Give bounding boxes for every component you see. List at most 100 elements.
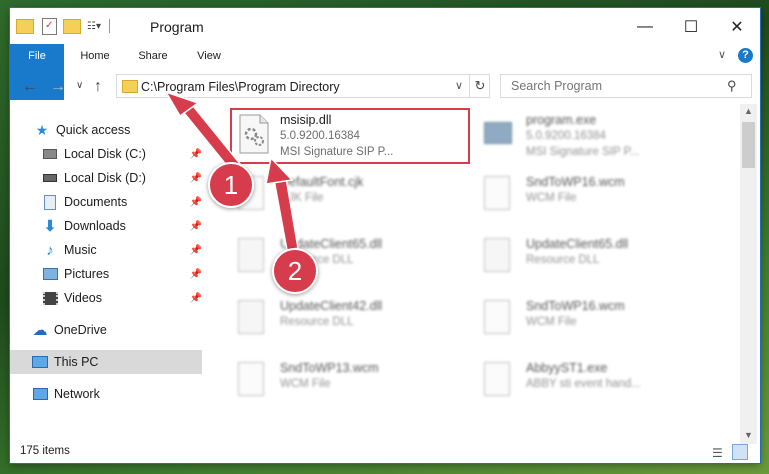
close-button[interactable]: ✕ [714,12,760,42]
scroll-down-icon[interactable]: ▼ [744,430,753,440]
sidebar-item-onedrive[interactable]: ☁ OneDrive [32,318,224,342]
file-description: MSI Signature SIP P... [280,146,394,158]
chevron-down-icon[interactable]: ∨ [455,79,463,92]
expand-ribbon-icon[interactable]: ∨ [718,48,726,61]
file-name: msisip.dll [280,113,332,127]
file-item[interactable]: program.exe 5.0.9200.16384 MSI Signature… [476,108,716,164]
sidebar-item-local-disk-d[interactable]: Local Disk (D:) 📌 [42,166,202,190]
file-item[interactable]: SndToWP16.wcm WCM File [476,170,716,226]
sidebar-item-network[interactable]: Network [32,382,224,406]
file-item-msisip-dll[interactable]: msisip.dll 5.0.9200.16384 MSI Signature … [230,108,470,164]
address-row: ← → ∨ ↑ C:\Program Files\Program Directo… [10,70,760,102]
file-name: SndToWP13.wcm [280,361,379,375]
file-version: 5.0.9200.16384 [526,130,606,142]
recent-locations-icon[interactable]: ∨ [76,80,83,91]
sidebar-item-label: Local Disk (D:) [64,171,146,185]
maximize-button[interactable]: ☐ [668,12,714,42]
pin-icon[interactable]: 📌 [190,197,202,208]
file-type: WCM File [280,378,331,390]
forward-arrow-icon[interactable]: → [50,78,66,96]
pictures-icon [42,266,58,282]
pin-icon[interactable]: 📌 [190,149,202,160]
file-description: ABBY sti event hand... [526,378,641,390]
file-version: 5.0.9200.16384 [280,130,360,142]
quick-access-toolbar: ✓ ☷▾ [16,17,110,35]
scroll-up-icon[interactable]: ▲ [744,106,753,116]
file-name: SndToWP16.wcm [526,299,625,313]
drive-icon [42,170,58,186]
sidebar-item-label: Videos [64,291,102,305]
pin-icon[interactable]: 📌 [190,293,202,304]
title-bar: ✓ ☷▾ Program — ☐ ✕ [10,8,760,44]
generic-file-icon [484,300,516,340]
sidebar-item-documents[interactable]: Documents 📌 [42,190,202,214]
large-icons-view-icon[interactable] [732,444,748,460]
file-item[interactable]: AbbyyST1.exe ABBY sti event hand... [476,356,716,412]
exe-file-icon [484,114,516,154]
sidebar-item-downloads[interactable]: ⬇ Downloads 📌 [42,214,202,238]
sidebar-item-label: Quick access [56,123,131,137]
dll-file-icon [238,114,270,154]
search-box[interactable]: ⚲ [500,74,752,98]
sidebar-item-label: Pictures [64,267,110,281]
sidebar-item-this-pc[interactable]: This PC [10,350,202,374]
back-arrow-icon[interactable]: ← [22,78,38,96]
file-type: Resource DLL [526,254,600,266]
vertical-scrollbar[interactable]: ▲ ▼ [740,104,757,444]
help-icon[interactable]: ? [738,48,753,63]
network-icon [32,386,48,402]
file-description: MSI Signature SIP P... [526,146,640,158]
file-type: WCM File [526,192,577,204]
sidebar-item-label: Network [54,387,100,401]
file-item[interactable]: UpdateClient65.dll Resource DLL [476,232,716,288]
file-explorer-window: ✓ ☷▾ Program — ☐ ✕ File Home Share View … [10,8,760,463]
file-name: DefaultFont.cjk [280,175,364,189]
pin-icon[interactable]: 📌 [190,173,202,184]
tab-share[interactable]: Share [128,44,178,68]
new-folder-icon[interactable] [63,18,81,34]
download-arrow-icon: ⬇ [43,218,57,235]
film-strip-icon [42,290,58,306]
sidebar-item-videos[interactable]: Videos 📌 [42,286,202,310]
pin-icon[interactable]: 📌 [190,269,202,280]
pin-icon[interactable]: 📌 [190,221,202,232]
navigation-pane: ★ Quick access Local Disk (C:) 📌 Local D… [10,104,212,444]
up-arrow-icon[interactable]: ↑ [94,78,102,96]
address-bar[interactable]: C:\Program Files\Program Directory ∨ ↻ [116,74,490,98]
exe-file-icon [484,362,516,402]
tab-view[interactable]: View [186,44,232,68]
sidebar-item-local-disk-c[interactable]: Local Disk (C:) 📌 [42,142,202,166]
sidebar-item-pictures[interactable]: Pictures 📌 [42,262,202,286]
drive-icon [42,146,58,162]
scroll-thumb[interactable] [742,122,755,168]
file-item[interactable]: SndToWP16.wcm WCM File [476,294,716,350]
file-name: UpdateClient42.dll [280,299,383,313]
documents-icon [42,194,58,210]
pin-icon[interactable]: 📌 [190,245,202,256]
file-type: Resource DLL [280,316,354,328]
file-item[interactable]: DefaultFont.cjk CJK File [230,170,470,226]
file-name: program.exe [526,113,597,127]
properties-icon[interactable]: ✓ [42,17,57,35]
generic-file-icon [238,362,270,402]
sidebar-item-label: OneDrive [54,323,107,337]
sidebar-item-quick-access[interactable]: ★ Quick access [34,118,226,142]
window-title: Program [150,19,204,35]
file-item[interactable]: UpdateClient42.dll Resource DLL [230,294,470,350]
search-input[interactable] [509,78,723,94]
file-item[interactable]: SndToWP13.wcm WCM File [230,356,470,412]
minimize-button[interactable]: — [622,12,668,42]
customize-icon[interactable]: ☷▾ [87,21,101,32]
file-type: CJK File [280,192,324,204]
tab-home[interactable]: Home [70,44,120,68]
details-view-icon[interactable]: ☰ [712,446,723,460]
file-item[interactable]: UpdateClient65.dll Resource DLL [230,232,470,288]
folder-icon[interactable] [16,18,34,34]
refresh-icon[interactable]: ↻ [469,74,490,98]
star-icon: ★ [35,121,49,138]
annotation-badge-1: 1 [208,162,254,208]
sidebar-item-label: Documents [64,195,128,209]
separator [108,19,110,33]
sidebar-item-music[interactable]: ♪ Music 📌 [42,238,202,262]
search-icon[interactable]: ⚲ [727,78,737,94]
